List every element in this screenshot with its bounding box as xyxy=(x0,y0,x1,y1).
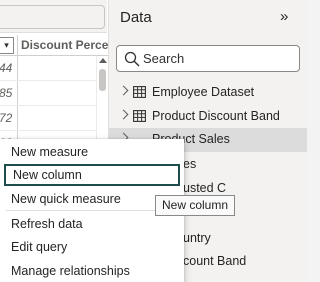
search-icon xyxy=(124,51,140,67)
field-label-partial[interactable]: usted C xyxy=(183,181,226,195)
column-header-discount-percent[interactable]: Discount Percer xyxy=(21,35,108,55)
table-row[interactable]: 85 xyxy=(0,81,96,106)
scrollbar-thumb[interactable] xyxy=(99,69,106,91)
tree-item-label: Employee Dataset xyxy=(152,85,255,99)
table-icon xyxy=(133,86,146,98)
tooltip: New column xyxy=(155,195,236,216)
field-label-partial[interactable]: untry xyxy=(183,231,211,245)
search-input[interactable] xyxy=(143,47,293,70)
cell-value: 85 xyxy=(0,86,13,100)
table-row[interactable]: 44 xyxy=(0,56,96,81)
cell-value: 72 xyxy=(0,111,13,125)
chevron-right-icon[interactable] xyxy=(118,85,129,96)
tree-item-product-discount-band[interactable]: Product Discount Band xyxy=(109,105,307,129)
pane-title: Data xyxy=(120,9,152,26)
menu-separator xyxy=(6,210,178,211)
formula-bar-area xyxy=(0,0,107,33)
field-label-partial[interactable]: es xyxy=(183,157,196,171)
field-label-partial[interactable]: count Band xyxy=(183,254,246,268)
menu-item-manage-relationships[interactable]: Manage relationships xyxy=(4,260,180,282)
menu-item-refresh-data[interactable]: Refresh data xyxy=(4,213,180,235)
formula-bar[interactable] xyxy=(0,5,105,29)
table-icon xyxy=(133,110,146,122)
chevron-right-icon[interactable] xyxy=(118,109,129,120)
menu-item-new-quick-measure[interactable]: New quick measure xyxy=(4,188,180,210)
scroll-up-arrow-icon[interactable] xyxy=(99,58,107,63)
menu-item-new-measure[interactable]: New measure xyxy=(4,141,180,163)
tree-item-employee-dataset[interactable]: Employee Dataset xyxy=(109,81,307,105)
tree-item-label: Product Discount Band xyxy=(152,109,280,123)
menu-item-new-column[interactable]: New column xyxy=(4,164,180,186)
cell-value: 44 xyxy=(0,61,13,75)
menu-item-edit-query[interactable]: Edit query xyxy=(4,236,180,258)
table-row[interactable]: 72 xyxy=(0,106,96,131)
search-box[interactable] xyxy=(116,45,300,72)
column-dropdown-icon[interactable]: ▾ xyxy=(0,37,14,54)
collapse-pane-icon[interactable]: » xyxy=(280,8,288,25)
